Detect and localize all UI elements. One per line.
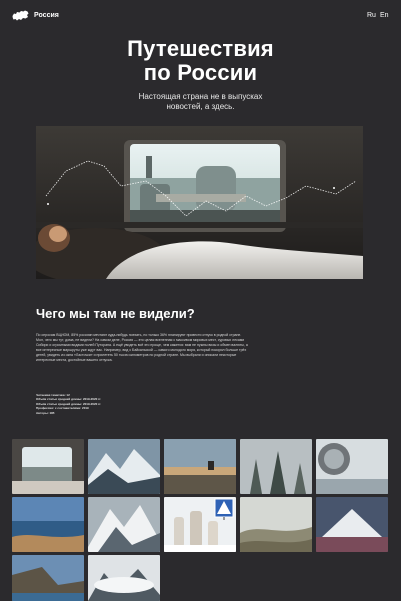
page-title: Путешествия по России [0,37,401,85]
gallery-photo-foggy-forest[interactable] [240,439,312,494]
russia-map-logo-icon[interactable] [12,10,29,21]
hero-image [36,126,363,279]
pedestrian-sign-icon [214,498,234,520]
gallery-photo-lake-shore[interactable] [12,497,84,552]
section-body-text: По опросам ВЦИОМ, 85% россиян мечтают ку… [36,333,248,362]
note-line: Авторы: 185 [36,410,55,415]
lang-ru-link[interactable]: Ru [367,10,376,21]
train-window-hero-illustration [36,126,363,279]
page-subtitle: Настоящая страна не в выпусках новостей,… [138,92,263,111]
gallery-photo-cloudy-peaks[interactable] [88,555,160,601]
gallery-photo-coastal-cliffs[interactable] [12,555,84,601]
gallery-photo-misty-hills[interactable] [240,497,312,552]
gallery-photo-snowy-peaks[interactable] [88,497,160,552]
page-title-line-2: по России [143,60,258,85]
lang-en-link[interactable]: En [380,10,389,21]
gallery-photo-snowy-mountains[interactable] [88,439,160,494]
gallery-photo-volcano[interactable] [316,497,388,552]
top-bar: Россия Ru En [0,0,401,30]
section-title: Чего мы там не видели? [36,306,195,321]
section-notes: Читаемая тематика: 12 Объём статьи средн… [36,393,186,415]
gallery-photo-train-window[interactable] [12,439,84,494]
hero-photo-credit [38,281,39,285]
brand-name[interactable]: Россия [34,10,59,21]
page-title-line-1: Путешествия [127,36,274,61]
gallery-photo-sunset-reindeer[interactable] [164,439,236,494]
gallery-photo-frozen-window[interactable] [316,439,388,494]
